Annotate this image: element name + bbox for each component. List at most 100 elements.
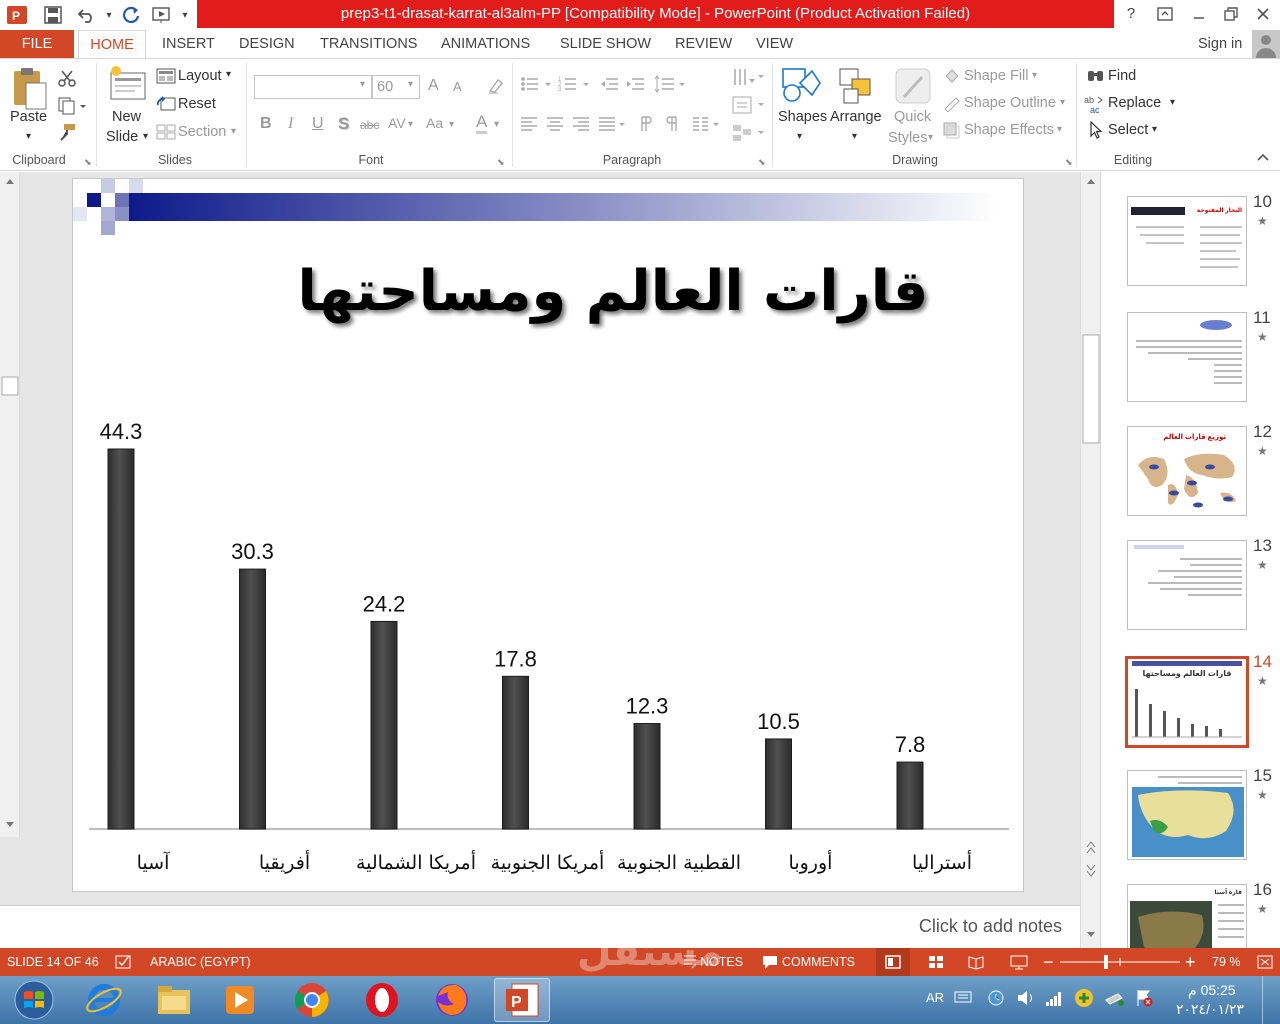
tab-review[interactable]: REVIEW [675, 30, 732, 58]
numbering-icon[interactable]: 123 [558, 75, 592, 97]
slide-title[interactable]: قارات العالم ومساحتها [293, 259, 933, 349]
tab-insert[interactable]: INSERT [162, 30, 215, 58]
font-color-button[interactable]: A [476, 113, 488, 134]
clipboard-launcher-icon[interactable]: ⬊ [84, 157, 92, 168]
security-plus-icon[interactable] [1074, 988, 1094, 1011]
shapes-icon[interactable] [780, 65, 822, 109]
shape-fill-button[interactable]: Shape Fill [964, 68, 1028, 84]
input-language-indicator[interactable]: AR [926, 990, 944, 1005]
bullets-icon[interactable] [520, 75, 554, 97]
shape-effects-button[interactable]: Shape Effects [964, 122, 1054, 138]
customize-toolbar-icon[interactable]: ▾ [174, 4, 196, 26]
layout-button[interactable]: Layout [178, 68, 222, 84]
grow-font-button[interactable]: A [428, 77, 439, 95]
select-button[interactable]: Select [1108, 122, 1148, 138]
replace-dropdown-icon[interactable]: ▾ [1170, 97, 1175, 108]
ribbon-display-options-icon[interactable] [1150, 2, 1180, 26]
strikethrough-button[interactable]: abc [360, 118, 379, 132]
chart-bar[interactable] [239, 568, 266, 830]
clear-formatting-icon[interactable] [486, 77, 504, 99]
slide-thumbnail-15[interactable] [1127, 770, 1247, 860]
font-family-select[interactable] [254, 75, 372, 99]
slide-thumbnail-16[interactable]: قارة آسيا [1127, 884, 1247, 948]
tab-view[interactable]: VIEW [756, 30, 793, 58]
chart-bar[interactable] [107, 448, 135, 830]
redo-icon[interactable] [120, 4, 142, 26]
slide-thumbnail-13[interactable] [1127, 540, 1247, 630]
shape-fill-icon[interactable] [942, 67, 962, 89]
tab-file[interactable]: FILE [0, 30, 74, 58]
new-slide-icon[interactable] [108, 65, 148, 109]
avatar[interactable] [1252, 30, 1280, 58]
new-slide-dropdown-icon[interactable]: ▾ [143, 131, 148, 142]
tab-slide-show[interactable]: SLIDE SHOW [560, 30, 651, 58]
increase-indent-icon[interactable] [626, 75, 646, 97]
shape-effects-dropdown-icon[interactable]: ▾ [1057, 124, 1062, 135]
slide-thumbnail-10[interactable]: البحار المفتوحة [1127, 196, 1247, 286]
slide-thumbnail-11[interactable] [1127, 312, 1247, 402]
notes-pane[interactable]: Click to add notes [0, 905, 1080, 948]
replace-icon[interactable]: ab ac [1084, 94, 1106, 118]
new-slide-button[interactable]: New [112, 109, 141, 125]
quick-styles-dropdown-icon[interactable]: ▾ [928, 132, 933, 143]
media-player-icon[interactable] [212, 978, 268, 1022]
usb-device-icon[interactable] [1104, 988, 1126, 1011]
columns-icon[interactable] [692, 115, 722, 137]
firefox-icon[interactable] [424, 978, 480, 1022]
arrange-icon[interactable] [836, 67, 876, 111]
zoom-level[interactable]: 79 % [1212, 948, 1241, 976]
align-center-icon[interactable] [546, 115, 564, 137]
character-spacing-button[interactable]: AV [388, 115, 406, 131]
powerpoint-taskbar-icon[interactable]: P [494, 978, 550, 1022]
justify-icon[interactable] [598, 115, 628, 137]
chart-bar[interactable] [765, 738, 792, 830]
action-center-flag-icon[interactable] [1134, 988, 1154, 1011]
drawing-launcher-icon[interactable]: ⬊ [1065, 157, 1073, 168]
undo-icon[interactable] [76, 4, 98, 26]
help-button[interactable]: ? [1116, 2, 1146, 26]
bold-button[interactable]: B [260, 115, 272, 133]
select-dropdown-icon[interactable]: ▾ [1152, 124, 1157, 135]
section-dropdown-icon[interactable]: ▾ [231, 126, 236, 137]
align-left-icon[interactable] [520, 115, 538, 137]
font-launcher-icon[interactable]: ⬊ [497, 157, 505, 168]
font-family-dropdown-icon[interactable]: ▾ [360, 79, 365, 90]
new-slide-label[interactable]: Slide [106, 129, 138, 145]
cut-icon[interactable] [58, 69, 76, 91]
normal-view-icon[interactable] [876, 948, 910, 976]
windows-start-icon[interactable] [6, 978, 62, 1022]
rtl-icon[interactable] [664, 115, 682, 137]
layout-icon[interactable] [156, 67, 176, 89]
shape-outline-button[interactable]: Shape Outline [964, 95, 1056, 111]
close-button[interactable] [1248, 2, 1278, 26]
chart-bar[interactable] [633, 722, 661, 830]
reset-button[interactable]: Reset [178, 96, 216, 112]
paste-button[interactable]: Paste [10, 109, 47, 125]
zoom-out-button[interactable]: − [1043, 948, 1054, 976]
notes-button[interactable]: NOTES [700, 948, 743, 976]
paste-dropdown-icon[interactable]: ▾ [26, 131, 31, 142]
restore-button[interactable] [1216, 2, 1246, 26]
slide-counter[interactable]: SLIDE 14 OF 46 [7, 948, 99, 976]
chart-bar[interactable] [370, 620, 398, 830]
bar-chart[interactable]: 44.3 آسيا 30.3 أفريقيا 24.2 أمريكا الشمالية 17… [73, 399, 1025, 893]
underline-button[interactable]: U [312, 115, 324, 133]
quick-styles-icon[interactable] [894, 67, 934, 111]
copy-icon[interactable] [58, 97, 88, 119]
layout-dropdown-icon[interactable]: ▾ [226, 69, 231, 80]
shape-outline-dropdown-icon[interactable]: ▾ [1060, 97, 1065, 108]
shape-effects-icon[interactable] [942, 121, 962, 143]
shape-fill-dropdown-icon[interactable]: ▾ [1032, 70, 1037, 81]
volume-icon[interactable] [1016, 988, 1036, 1011]
align-right-icon[interactable] [572, 115, 590, 137]
select-cursor-icon[interactable] [1088, 120, 1104, 143]
italic-button[interactable]: I [288, 115, 293, 133]
network-signal-icon[interactable] [1044, 988, 1064, 1011]
undo-dropdown-icon[interactable]: ▾ [98, 4, 120, 26]
ltr-icon[interactable] [636, 115, 654, 137]
convert-smartart-icon[interactable] [732, 123, 766, 147]
find-icon[interactable] [1086, 67, 1106, 89]
format-painter-icon[interactable] [58, 123, 76, 145]
slide-scrollbar[interactable] [1080, 172, 1100, 948]
save-icon[interactable] [42, 4, 64, 26]
